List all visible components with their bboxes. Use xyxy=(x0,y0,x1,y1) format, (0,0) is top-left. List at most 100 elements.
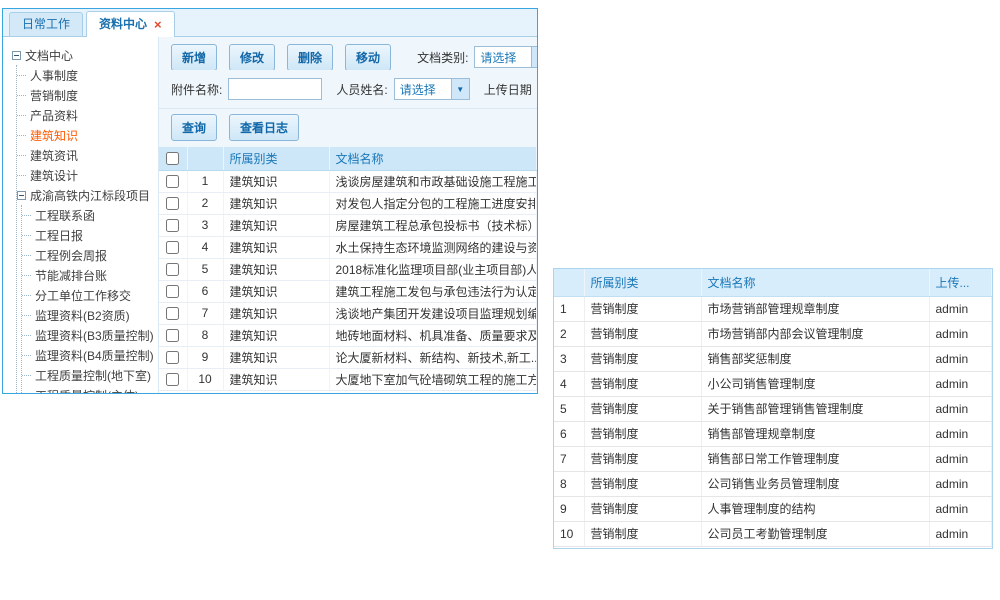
table-row[interactable]: 2 营销制度 市场营销部内部会议管理制度 admin xyxy=(554,321,992,346)
table-row[interactable]: 1 建筑知识 浅谈房屋建筑和市政基础设施工程施工... xyxy=(159,170,537,192)
tree-item[interactable]: 工程质量控制(地下室) xyxy=(22,365,158,385)
row-uploader: admin xyxy=(929,471,992,496)
select-all-checkbox[interactable] xyxy=(166,152,179,165)
tab-data-center[interactable]: 资料中心 × xyxy=(86,11,175,37)
tree-connector xyxy=(22,235,31,236)
row-category: 建筑知识 xyxy=(223,280,329,302)
table-row[interactable]: 9 营销制度 人事管理制度的结构 admin xyxy=(554,496,992,521)
row-number: 10 xyxy=(187,368,223,390)
tree-connector xyxy=(17,155,26,156)
table-row[interactable]: 5 营销制度 关于销售部管理销售管理制度 admin xyxy=(554,396,992,421)
col-header-category[interactable]: 所属别类 xyxy=(223,147,329,170)
table-row[interactable]: 4 建筑知识 水土保持生态环境监测网络的建设与资... xyxy=(159,236,537,258)
tab-daily-work[interactable]: 日常工作 xyxy=(9,12,83,36)
row-category: 营销制度 xyxy=(584,421,701,446)
table-row[interactable]: 4 营销制度 小公司销售管理制度 admin xyxy=(554,371,992,396)
view-log-button[interactable]: 查看日志 xyxy=(229,114,299,141)
tree-label: 营销制度 xyxy=(30,87,78,104)
row-category: 营销制度 xyxy=(584,446,701,471)
move-button[interactable]: 移动 xyxy=(345,44,391,70)
tree-item[interactable]: 工程联系函 xyxy=(22,205,158,225)
tree-item[interactable]: 人事制度 xyxy=(17,65,158,85)
tree-item[interactable]: 监理资料(B3质量控制) xyxy=(22,325,158,345)
query-button[interactable]: 查询 xyxy=(171,114,217,141)
document-tree: 文档中心 人事制度 营销制度 产品资料 建筑知识 xyxy=(3,37,158,393)
col-header-doc-name[interactable]: 文档名称 xyxy=(329,147,537,170)
tree-connector xyxy=(17,115,26,116)
row-number: 1 xyxy=(187,170,223,192)
row-uploader: admin xyxy=(929,321,992,346)
person-name-select[interactable]: 请选择 ▼ xyxy=(394,78,470,100)
row-number: 7 xyxy=(187,302,223,324)
tree-item[interactable]: 工程例会周报 xyxy=(22,245,158,265)
tree-item[interactable]: 建筑设计 xyxy=(17,165,158,185)
col-header-doc-name[interactable]: 文档名称 xyxy=(701,269,929,296)
row-doc-name: 销售部奖惩制度 xyxy=(701,346,929,371)
tree-item[interactable]: 产品资料 xyxy=(17,105,158,125)
row-category: 建筑知识 xyxy=(223,236,329,258)
row-checkbox[interactable] xyxy=(166,329,179,342)
tree-item[interactable]: 分工单位工作移交 xyxy=(22,285,158,305)
row-category: 营销制度 xyxy=(584,396,701,421)
collapse-icon[interactable] xyxy=(12,51,21,60)
doc-category-label: 文档类别: xyxy=(417,49,468,66)
modify-button[interactable]: 修改 xyxy=(229,44,275,70)
table-row[interactable]: 10 营销制度 公司员工考勤管理制度 admin xyxy=(554,521,992,546)
col-header-index xyxy=(187,147,223,170)
tree-item[interactable]: 监理资料(B2资质) xyxy=(22,305,158,325)
row-checkbox[interactable] xyxy=(166,307,179,320)
table-row[interactable]: 8 营销制度 公司销售业务员管理制度 admin xyxy=(554,471,992,496)
table-row[interactable]: 7 建筑知识 浅谈地产集团开发建设项目监理规划编... xyxy=(159,302,537,324)
tree-label: 建筑知识 xyxy=(30,127,78,144)
row-checkbox[interactable] xyxy=(166,373,179,386)
table-row[interactable]: 10 建筑知识 大厦地下室加气砼墙砌筑工程的施工方... xyxy=(159,368,537,390)
row-checkbox[interactable] xyxy=(166,241,179,254)
add-button[interactable]: 新增 xyxy=(171,44,217,70)
collapse-icon[interactable] xyxy=(17,191,26,200)
tree-node-document-center[interactable]: 文档中心 xyxy=(12,45,158,65)
table-row[interactable]: 3 建筑知识 房屋建筑工程总承包投标书（技术标）... xyxy=(159,214,537,236)
col-header-category[interactable]: 所属别类 xyxy=(584,269,701,296)
row-checkbox[interactable] xyxy=(166,351,179,364)
row-category: 建筑知识 xyxy=(223,324,329,346)
row-number: 10 xyxy=(554,521,584,546)
close-tab-icon[interactable]: × xyxy=(154,18,162,31)
row-checkbox[interactable] xyxy=(166,175,179,188)
attachment-name-input[interactable] xyxy=(228,78,322,100)
row-checkbox[interactable] xyxy=(166,285,179,298)
col-header-uploader[interactable]: 上传... xyxy=(929,269,992,296)
tree-item[interactable]: 建筑资讯 xyxy=(17,145,158,165)
row-category: 营销制度 xyxy=(584,296,701,321)
row-doc-name: 关于销售部管理销售管理制度 xyxy=(701,396,929,421)
row-category: 建筑知识 xyxy=(223,258,329,280)
table-row[interactable]: 6 建筑知识 建筑工程施工发包与承包违法行为认定... xyxy=(159,280,537,302)
row-number: 4 xyxy=(187,236,223,258)
table-row[interactable]: 2 建筑知识 对发包人指定分包的工程施工进度安排... xyxy=(159,192,537,214)
tree-item[interactable]: 节能减排台账 xyxy=(22,265,158,285)
delete-button[interactable]: 删除 xyxy=(287,44,333,70)
table-row[interactable]: 8 建筑知识 地砖地面材料、机具准备、质量要求及... xyxy=(159,324,537,346)
row-doc-name: 大厦地下室加气砼墙砌筑工程的施工方... xyxy=(329,368,537,390)
row-uploader: admin xyxy=(929,296,992,321)
tree-item[interactable]: 营销制度 xyxy=(17,85,158,105)
row-checkbox[interactable] xyxy=(166,263,179,276)
row-checkbox[interactable] xyxy=(166,197,179,210)
tree-item[interactable]: 工程日报 xyxy=(22,225,158,245)
table-row[interactable]: 5 建筑知识 2018标准化监理项目部(业主项目部)人员... xyxy=(159,258,537,280)
row-category: 建筑知识 xyxy=(223,368,329,390)
doc-category-select[interactable]: 请选择 ▼ xyxy=(474,46,537,68)
table-row[interactable]: 9 建筑知识 论大厦新材料、新结构、新技术,新工... xyxy=(159,346,537,368)
row-category: 营销制度 xyxy=(584,346,701,371)
tree-item-selected[interactable]: 建筑知识 xyxy=(17,125,158,145)
table-row[interactable]: 3 营销制度 销售部奖惩制度 admin xyxy=(554,346,992,371)
tree-item[interactable]: 监理资料(B4质量控制) xyxy=(22,345,158,365)
row-number: 9 xyxy=(187,346,223,368)
tree-node-project[interactable]: 成渝高铁内江标段项目 xyxy=(17,185,158,205)
table-row[interactable]: 1 营销制度 市场营销部管理规章制度 admin xyxy=(554,296,992,321)
row-uploader: admin xyxy=(929,521,992,546)
table-row[interactable]: 7 营销制度 销售部日常工作管理制度 admin xyxy=(554,446,992,471)
tree-item[interactable]: 工程质量控制(主体) xyxy=(22,385,158,393)
row-checkbox[interactable] xyxy=(166,219,179,232)
row-doc-name: 市场营销部内部会议管理制度 xyxy=(701,321,929,346)
table-row[interactable]: 6 营销制度 销售部管理规章制度 admin xyxy=(554,421,992,446)
